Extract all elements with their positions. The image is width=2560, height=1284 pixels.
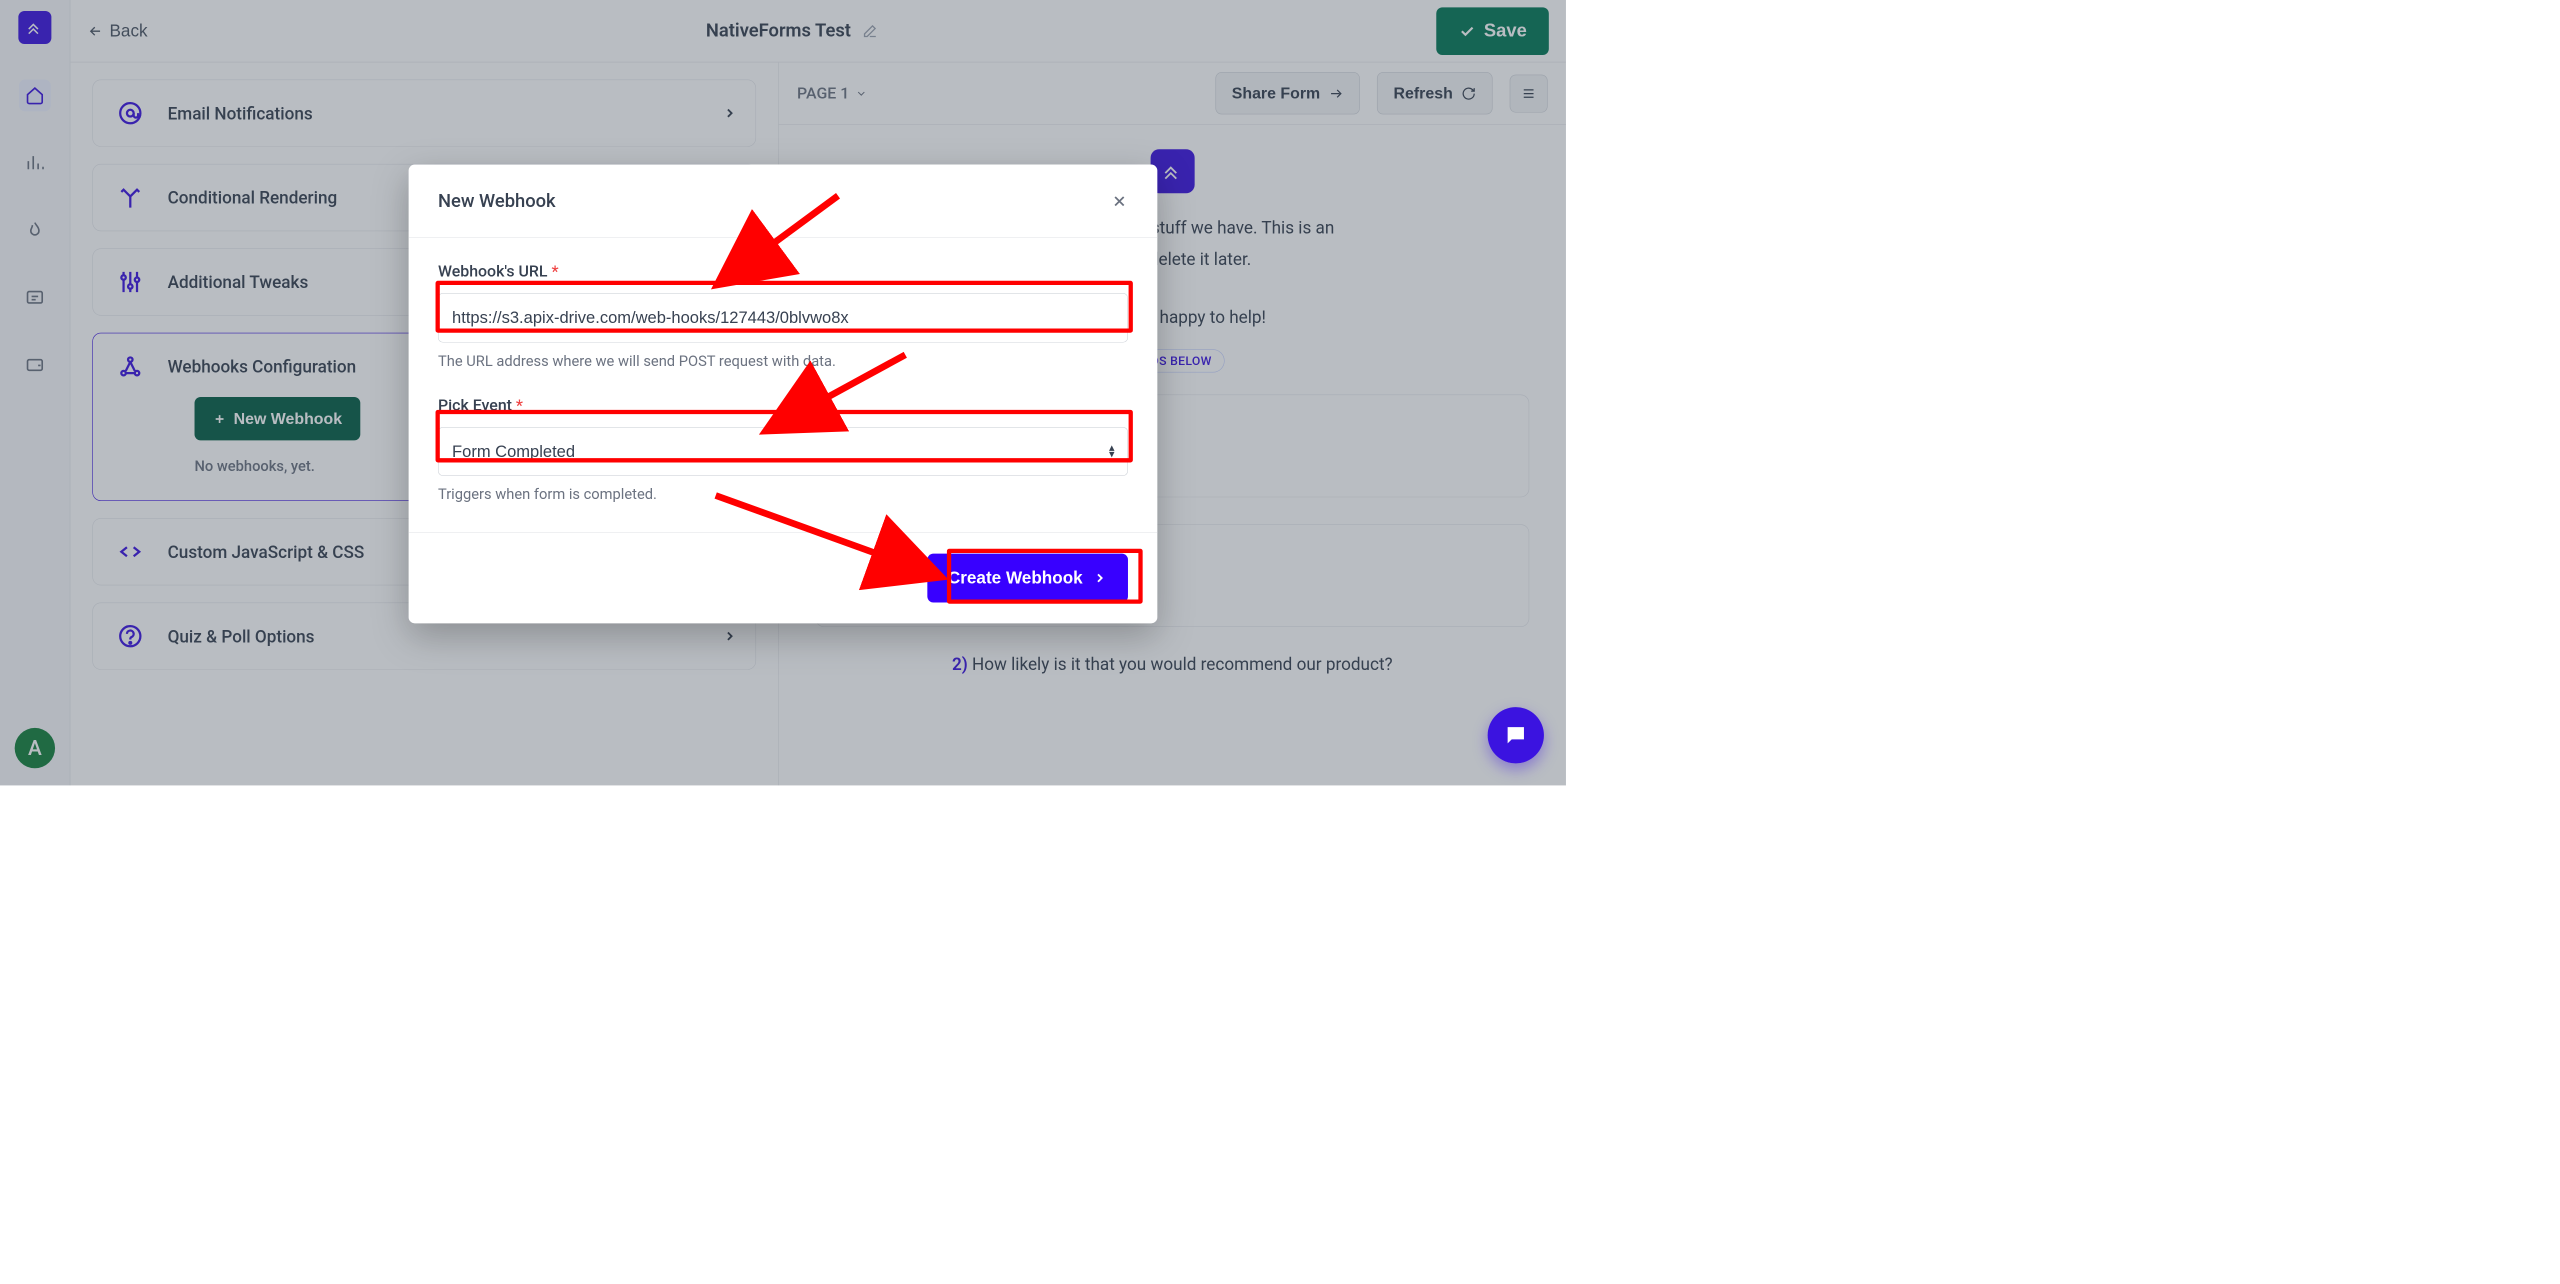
select-caret-icon: ▴▾: [1109, 445, 1115, 458]
pick-event-select[interactable]: Form Completed: [438, 427, 1128, 476]
event-label: Pick Event: [438, 396, 512, 414]
modal-close-button[interactable]: [1111, 192, 1128, 209]
modal-title: New Webhook: [438, 190, 556, 211]
webhook-url-input[interactable]: [438, 293, 1128, 343]
event-hint: Triggers when form is completed.: [438, 486, 1128, 503]
intercom-chat-button[interactable]: [1488, 707, 1544, 763]
new-webhook-modal: New Webhook Webhook's URL * The URL addr…: [409, 165, 1158, 624]
url-hint: The URL address where we will send POST …: [438, 352, 1128, 369]
create-webhook-button[interactable]: Create Webhook: [927, 554, 1128, 603]
url-label: Webhook's URL: [438, 262, 548, 280]
create-webhook-label: Create Webhook: [948, 568, 1083, 588]
